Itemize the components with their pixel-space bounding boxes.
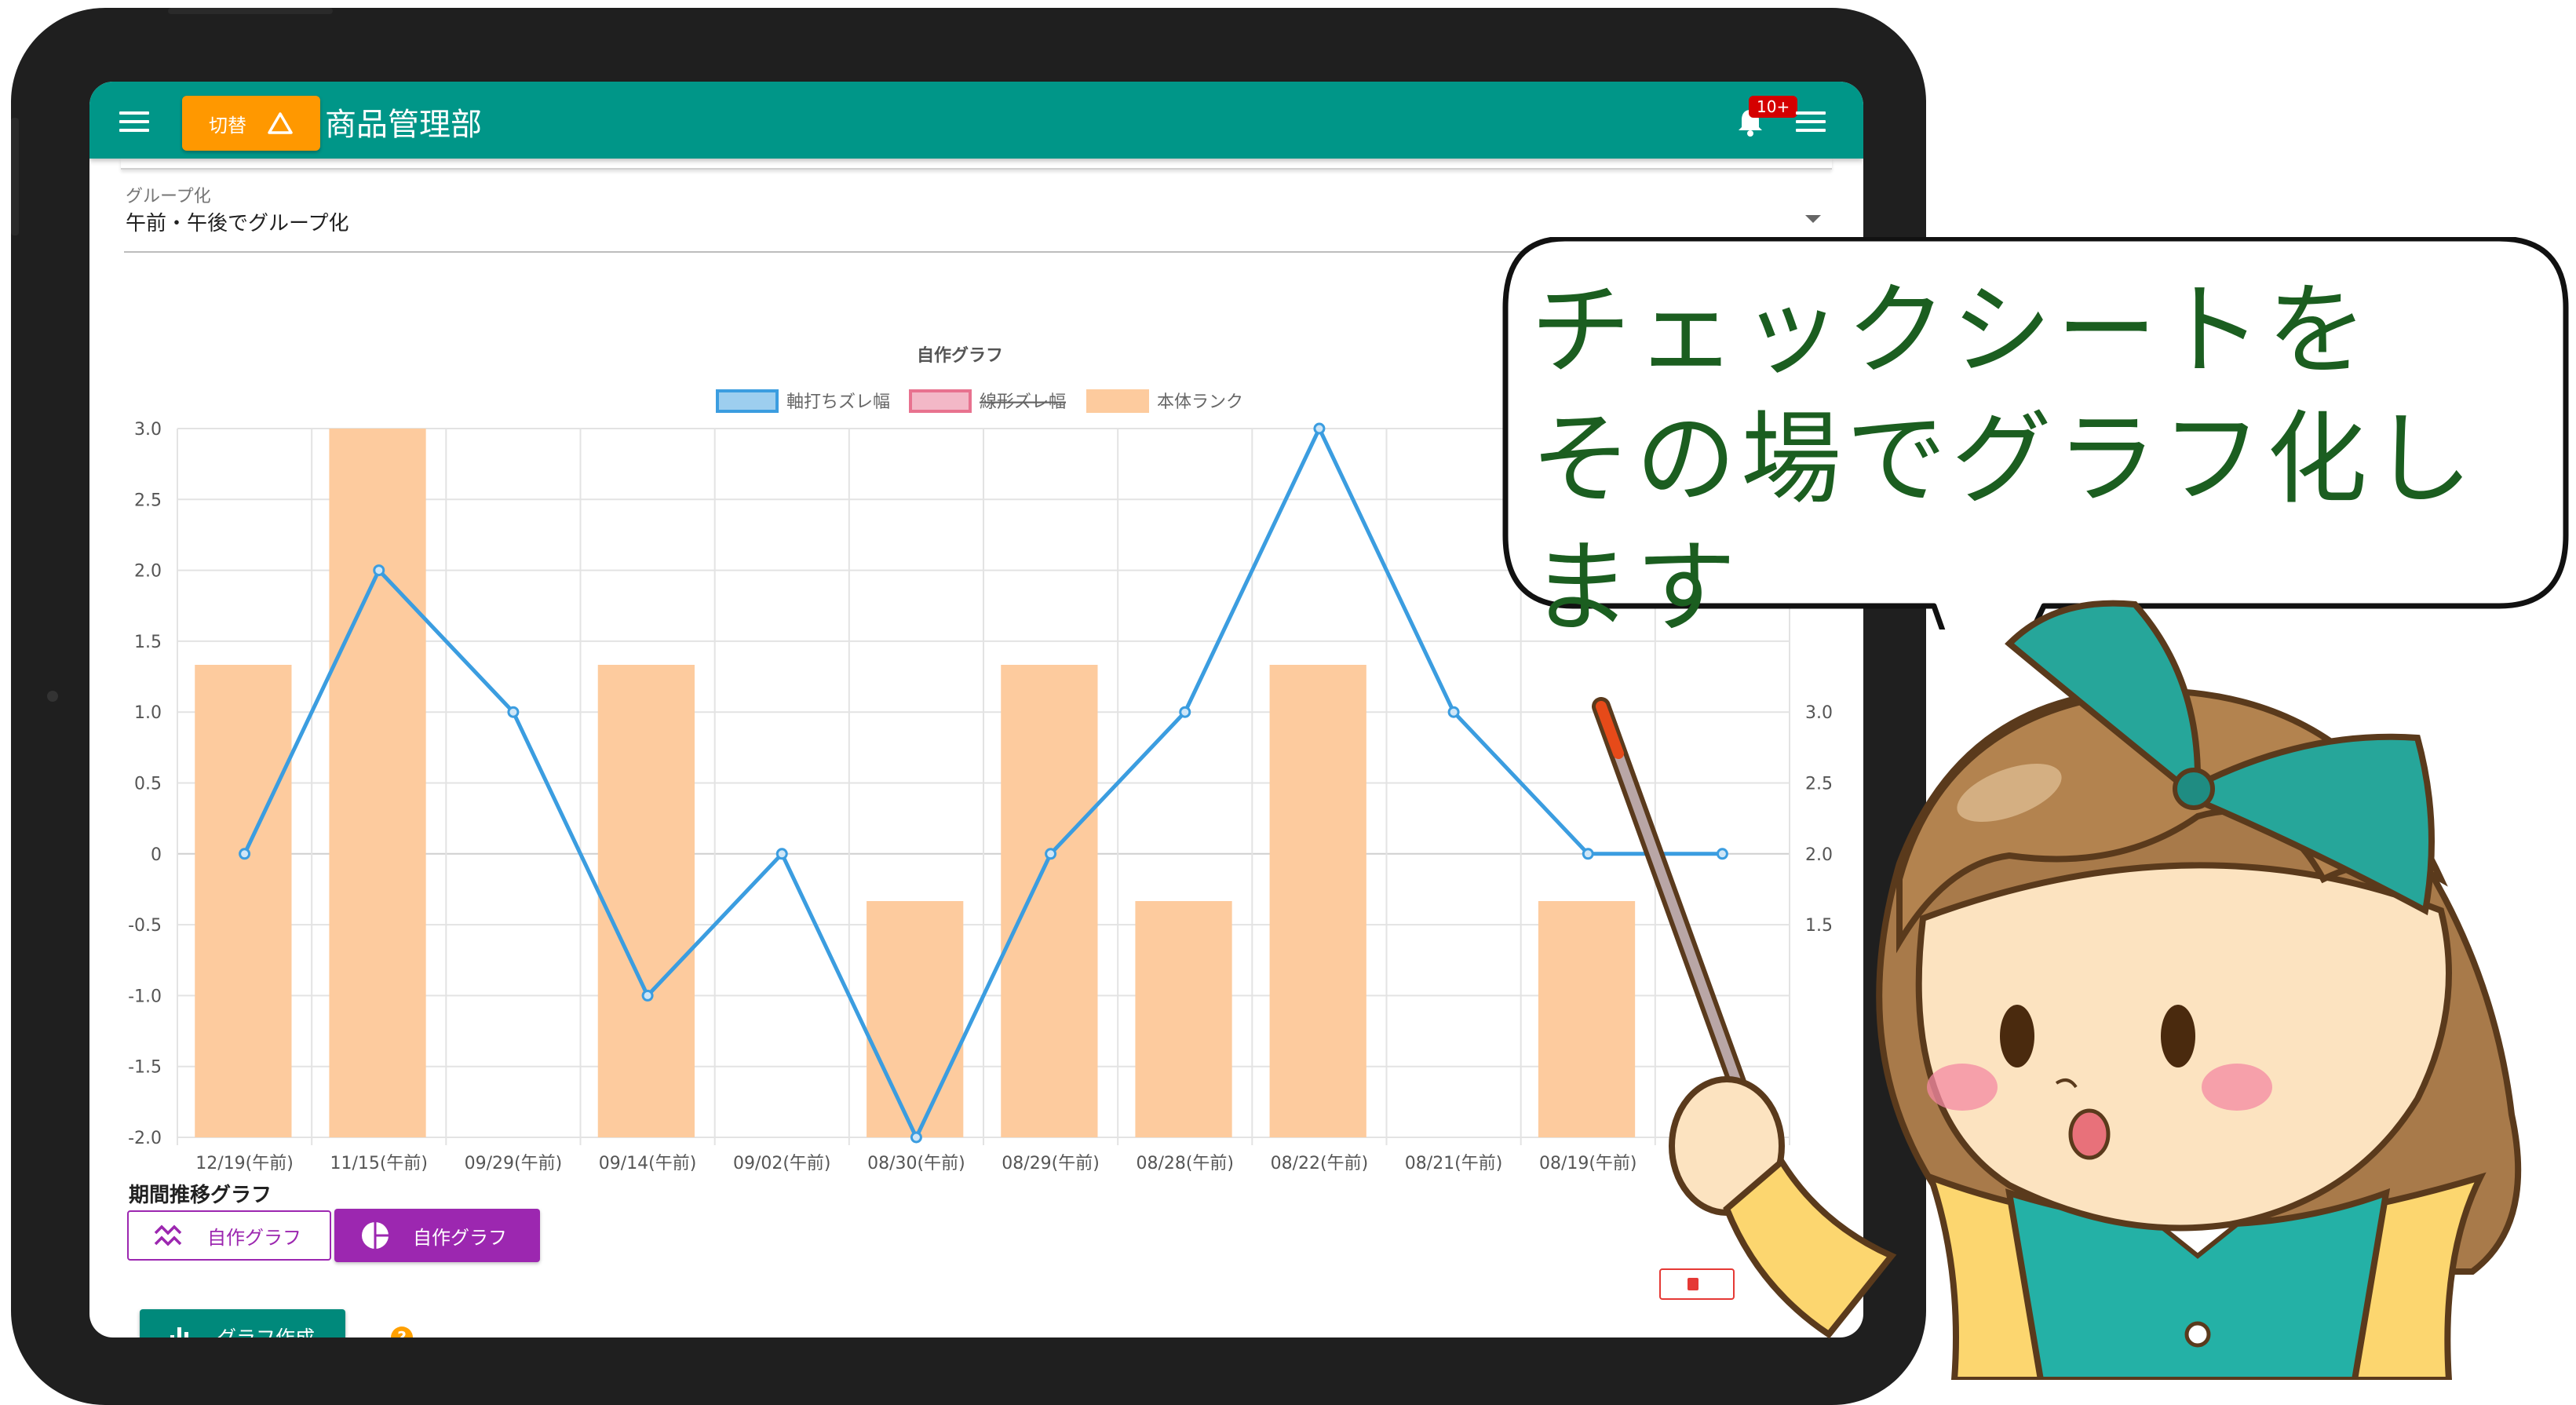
pie-chart-icon (362, 1222, 389, 1249)
speech-bubble-line-2: その場でグラフ化します (1531, 401, 2478, 647)
y-axis-tick-label: 2.0 (134, 562, 162, 582)
y-axis-tick-label: 1.0 (134, 703, 162, 723)
x-axis-tick-label: 09/14(午前) (599, 1154, 697, 1173)
page-title: 商品管理部 (325, 107, 482, 143)
legend-swatch (1086, 389, 1149, 413)
y-axis-tick-label: 0.5 (134, 775, 162, 794)
chart-bar (1538, 901, 1636, 1137)
chart-bar (329, 429, 426, 1137)
chart-point (1447, 706, 1460, 718)
y-axis-tick-label: 2.5 (134, 491, 162, 510)
hamburger-menu-icon[interactable] (119, 111, 149, 132)
chart-point (641, 989, 654, 1002)
period-pie-graph-label: 自作グラフ (413, 1226, 507, 1249)
triangle-icon (268, 112, 293, 134)
x-axis-tick-label: 08/21(午前) (1405, 1154, 1503, 1173)
y-axis-tick-label: -2.0 (128, 1129, 162, 1148)
help-icon[interactable]: ? (391, 1327, 413, 1337)
make-graph-button[interactable]: グラフ作成 (140, 1309, 345, 1337)
chart-point (775, 848, 788, 860)
make-graph-label: グラフ作成 (217, 1323, 315, 1337)
y-axis-tick-label: 1.5 (134, 633, 162, 652)
x-axis-tick-label: 08/19(午前) (1539, 1154, 1637, 1173)
period-line-graph-label: 自作グラフ (207, 1226, 301, 1249)
speech-bubble-text: チェックシートを その場でグラフ化します (1531, 267, 2551, 653)
tablet-side-button (11, 118, 19, 235)
x-axis-tick-label: 12/19(午前) (195, 1154, 294, 1173)
trend-line-icon (154, 1224, 182, 1246)
trash-icon (1688, 1278, 1698, 1290)
chart-title: 自作グラフ (917, 345, 1003, 366)
period-line-graph-button[interactable]: 自作グラフ (127, 1210, 331, 1261)
switch-button-label: 切替 (209, 114, 246, 137)
period-graph-label: 期間推移グラフ (129, 1184, 272, 1207)
y-axis-tick-label: 0 (151, 845, 162, 865)
chart-bar (867, 901, 964, 1137)
y-right-tick-label: 2.5 (1805, 775, 1833, 794)
y-axis-tick-label: -1.0 (128, 987, 162, 1006)
chart-point (373, 564, 385, 577)
y-right-tick-label: 1.5 (1805, 916, 1833, 936)
chart-bar (1135, 901, 1232, 1137)
chart-point (1179, 706, 1191, 718)
girl-face (1915, 862, 2452, 1232)
tablet-frame: 切替 商品管理部 10+ グループ化 午前・午後でグループ化 自作グラフ 軸打ちズ… (11, 8, 1926, 1405)
notification-badge: 10+ (1749, 96, 1798, 118)
x-axis-tick-label: 11/15(午前) (330, 1154, 428, 1173)
chart-bar (195, 665, 292, 1137)
x-axis-tick-label: 09/02(午前) (733, 1154, 831, 1173)
switch-button[interactable]: 切替 (182, 96, 320, 151)
chart-bar (1269, 665, 1366, 1137)
chart-point (910, 1131, 922, 1144)
chart-point (507, 706, 520, 718)
legend-label: 線形ズレ幅 (980, 392, 1066, 412)
chart-point (1716, 848, 1728, 860)
chart-point (1313, 422, 1326, 435)
delete-button[interactable] (1659, 1268, 1735, 1300)
chart-point (239, 848, 251, 860)
right-menu-icon[interactable] (1796, 111, 1826, 132)
legend-label: 軸打ちズレ幅 (786, 392, 890, 412)
y-axis-tick-label: -1.5 (128, 1058, 162, 1078)
chart-bar (597, 665, 695, 1137)
y-axis-tick-label: 3.0 (134, 420, 162, 440)
x-axis-tick-label: 08/28(午前) (1136, 1154, 1234, 1173)
legend-label: 本体ランク (1157, 392, 1243, 412)
x-axis-tick-label: 09/29(午前) (465, 1154, 563, 1173)
tablet-camera (47, 691, 58, 702)
x-axis-tick-label: 08/29(午前) (1002, 1154, 1100, 1173)
girl-body (1925, 1172, 2487, 1380)
chart-point (1582, 848, 1594, 860)
x-axis-tick-label: 08/30(午前) (867, 1154, 965, 1173)
x-axis-tick-label: 08/22(午前) (1271, 1154, 1369, 1173)
girl-bangs (1896, 687, 2448, 954)
tablet-top-button (168, 8, 333, 14)
y-right-tick-label: 3.0 (1805, 703, 1833, 723)
y-axis-tick-label: -0.5 (128, 916, 162, 936)
y-right-tick-label: 2.0 (1805, 845, 1833, 865)
chart-bar (1001, 665, 1098, 1137)
period-pie-graph-button[interactable]: 自作グラフ (334, 1209, 540, 1262)
app-bar: 切替 商品管理部 10+ (89, 82, 1863, 159)
legend-swatch (716, 389, 779, 413)
speech-bubble-line-1: チェックシートを (1531, 272, 2373, 389)
girl-hair-back (1876, 687, 2522, 1275)
legend-swatch (909, 389, 972, 413)
bar-chart-icon (170, 1327, 188, 1337)
chart-point (1045, 848, 1057, 860)
x-axis-tick-label: 08/12(午前) (1673, 1154, 1771, 1173)
